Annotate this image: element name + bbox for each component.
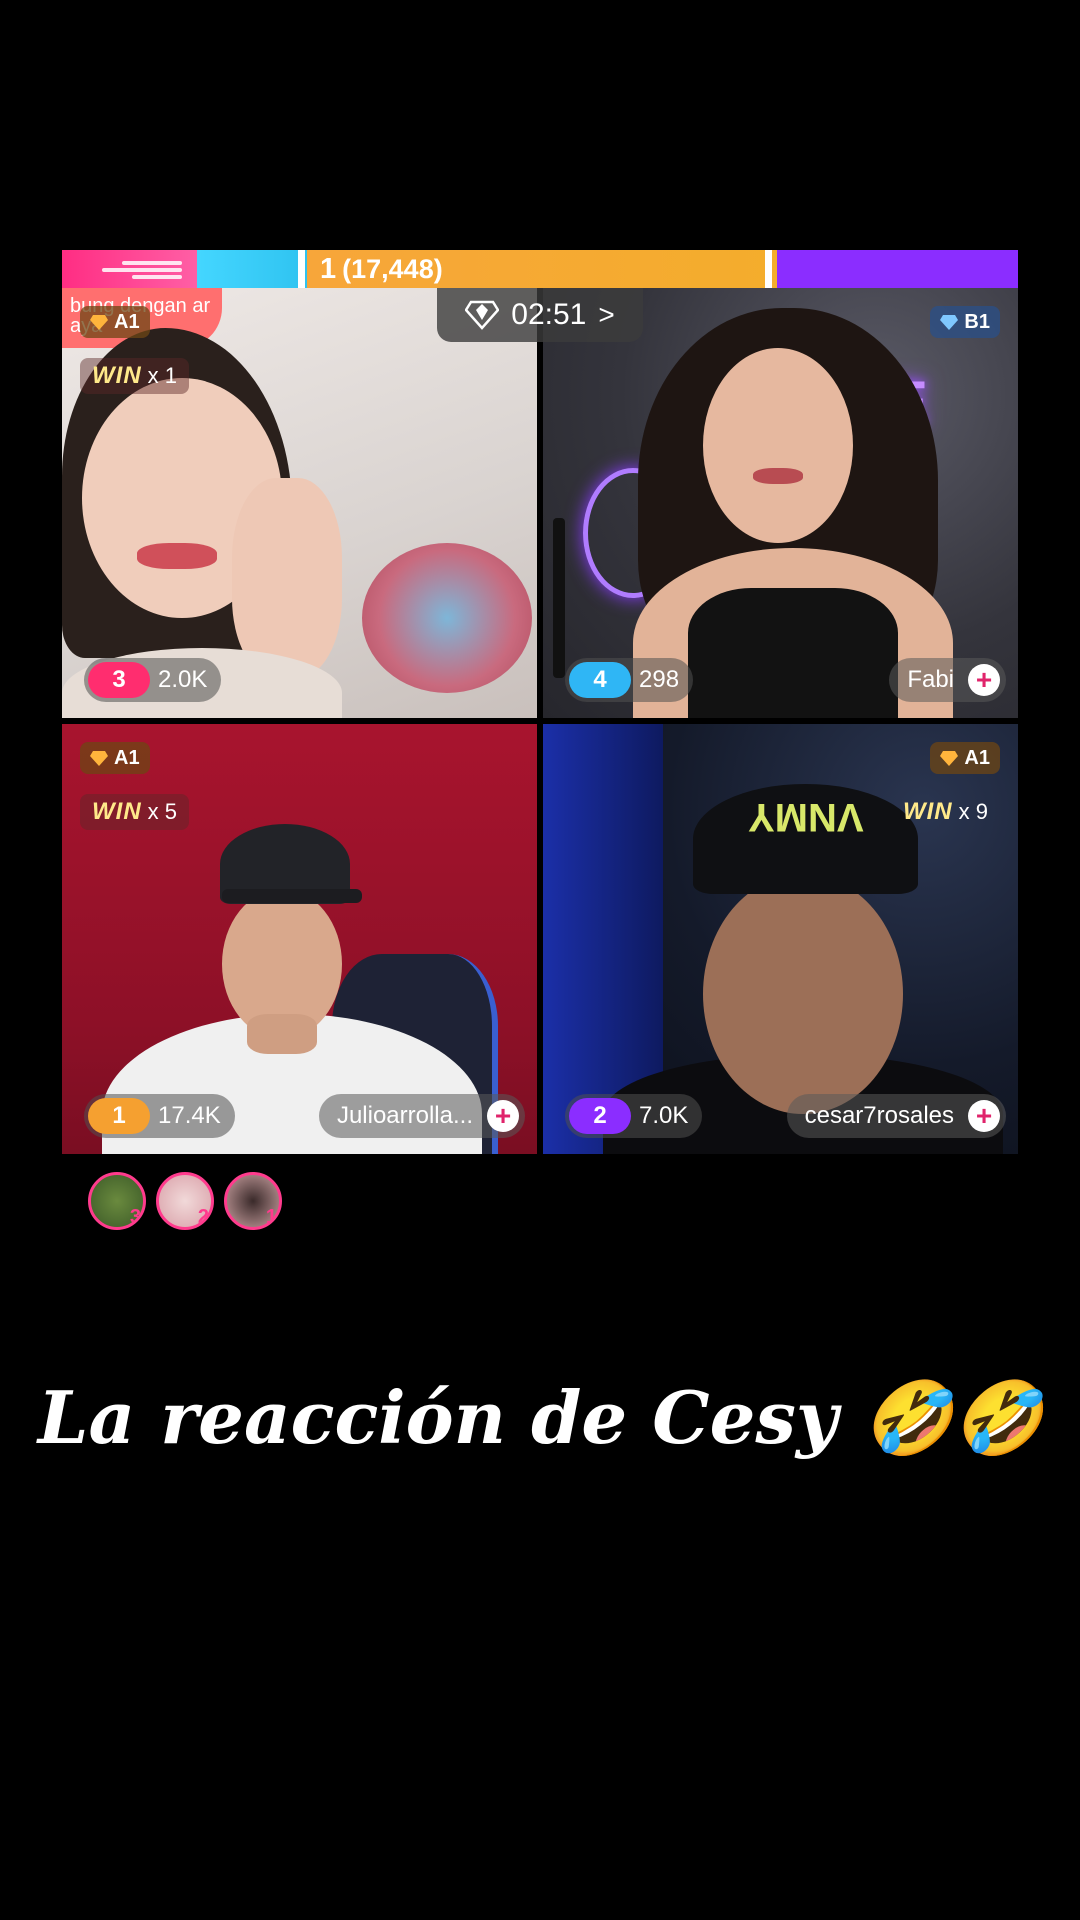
follow-plus-icon[interactable]: + [968,1100,1000,1132]
battle-timer-button[interactable]: 02:51 > [437,288,643,342]
win-streak-badge: WIN x 1 [80,358,190,394]
participant-name-pill[interactable]: Julioarrolla... + [318,1094,525,1138]
top-supporters: 3 2 1 [88,1172,282,1230]
participant-tile-2[interactable]: VE B1 4 298 Fabi + [543,288,1018,718]
plus-symbol: + [975,664,993,695]
plus-symbol: + [494,1100,512,1131]
participant-name: Julioarrolla... [336,1102,473,1129]
rank-number: 4 [593,666,607,693]
score-pill: 1 17.4K [84,1094,235,1138]
cap-logo: VNMY [748,795,864,839]
participant-score: 7.0K [639,1102,689,1129]
streak-icon [92,259,202,281]
score-pill: 3 2.0K [84,658,222,702]
tier-label: A1 [114,746,140,769]
person-lips [753,468,803,484]
person-lips [137,543,217,569]
score-segment-pink [62,250,197,288]
gold-diamond-icon [90,315,108,330]
supporter-avatar[interactable]: 3 [88,1172,146,1230]
supporter-rank: 1 [265,1206,277,1228]
supporter-avatar[interactable]: 1 [224,1172,282,1230]
timer-value: 02:51 [511,298,587,331]
tier-badge: A1 [80,742,150,774]
diamond-icon [465,300,500,330]
score-divider [298,250,305,288]
participant-name-pill[interactable]: Fabi + [889,658,1006,702]
supporter-rank: 3 [129,1206,141,1228]
win-streak-badge: WIN x 9 [891,794,1000,830]
plus-symbol: + [975,1100,993,1131]
supporter-avatar[interactable]: 2 [156,1172,214,1230]
person-top [688,588,898,718]
video-caption: La reacción de Cesy 🤣🤣 [37,1375,1043,1460]
rank-number: 2 [593,1102,607,1129]
leader-score: 1 (17,448) [320,253,443,286]
person-face [703,348,853,543]
person-face [703,874,903,1114]
tier-badge: A1 [930,742,1000,774]
score-segment-purple [777,250,1018,288]
win-label: WIN [92,362,142,389]
battle-score-bar: 1 (17,448) [62,250,1018,288]
participant-name-pill[interactable]: cesar7rosales + [786,1094,1006,1138]
gold-diamond-icon [90,751,108,766]
cap-brim [222,889,362,903]
score-pill: 4 298 [565,658,694,702]
participant-tile-1[interactable]: bung dengan ar aya A1 WIN x 1 3 2.0K [62,288,537,718]
participant-score: 2.0K [158,666,208,693]
gold-diamond-icon [940,751,959,766]
participant-score: 298 [639,666,680,693]
win-count: x 9 [958,799,988,824]
participant-name: cesar7rosales [804,1102,954,1129]
rank-chip: 4 [569,662,631,698]
leader-rank: 1 [320,253,337,285]
win-label: WIN [92,798,142,825]
win-count: x 1 [147,363,178,388]
rank-chip: 1 [88,1098,150,1134]
score-pill: 2 7.0K [565,1094,703,1138]
tier-badge: A1 [80,306,150,338]
participant-name: Fabi [907,666,954,693]
win-count: x 5 [147,799,178,824]
live-battle-panel: 1(17,448) 02:51 > bung dengan ar aya A1 … [62,250,1018,1230]
participant-score: 17.4K [158,1102,221,1129]
tier-label: B1 [964,310,990,333]
supporter-rank: 2 [197,1206,209,1228]
tier-label: A1 [114,310,140,333]
win-label: WIN [902,798,953,825]
score-divider [765,250,772,288]
win-streak-badge: WIN x 5 [80,794,190,830]
rank-chip: 3 [88,662,150,698]
follow-plus-icon[interactable]: + [487,1100,519,1132]
plush-toy [362,543,532,693]
rank-chip: 2 [569,1098,631,1134]
participant-tile-4[interactable]: VNMY A1 WIN x 9 2 7.0K cesar7rosales + [543,724,1018,1154]
follow-plus-icon[interactable]: + [968,664,1000,696]
rank-number: 1 [112,1102,126,1129]
blue-diamond-icon [940,315,959,330]
tier-badge: B1 [930,306,1000,338]
score-segment-cyan [197,250,307,288]
leader-score-value: (17,448) [342,254,443,284]
chevron-right-icon: > [598,299,615,330]
tier-label: A1 [964,746,990,769]
participant-tile-3[interactable]: A1 WIN x 5 1 17.4K Julioarrolla... + [62,724,537,1154]
person-neck [247,1014,317,1054]
rank-number: 3 [112,666,126,693]
microphone-stand [553,518,565,678]
person-hand [232,478,342,678]
